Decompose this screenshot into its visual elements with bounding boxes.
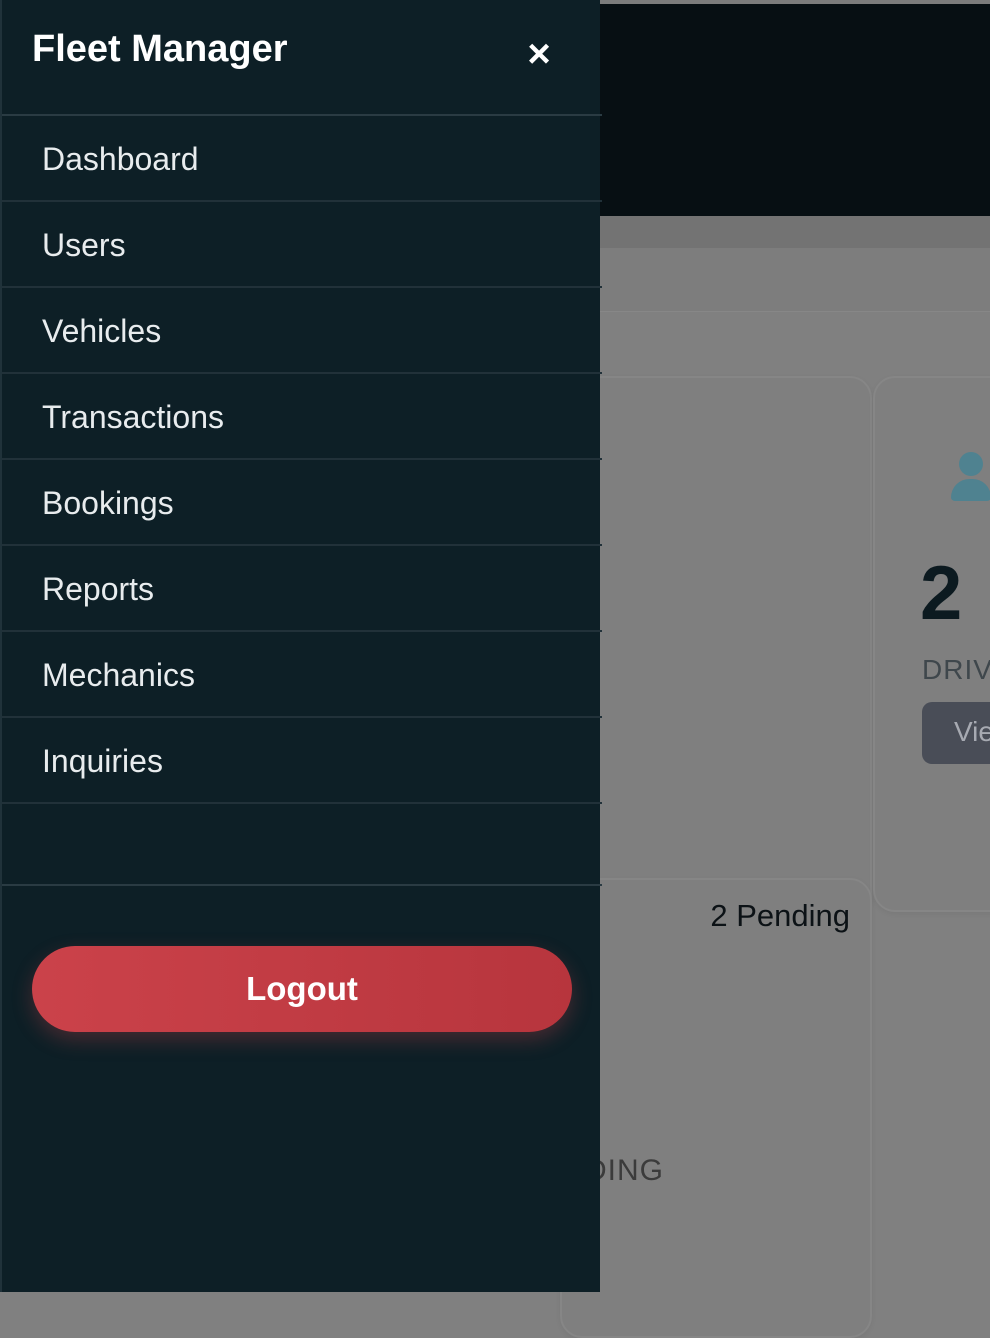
user-icon-head xyxy=(959,452,983,476)
nav-item-vehicles[interactable]: Vehicles xyxy=(2,288,602,374)
nav-item-users[interactable]: Users xyxy=(2,202,602,288)
nav-item-label: Vehicles xyxy=(42,313,162,349)
logout-button[interactable]: Logout xyxy=(32,946,572,1032)
drawer-nav: Dashboard Users Vehicles Transactions Bo… xyxy=(2,116,602,804)
drivers-label: DRIV xyxy=(922,654,990,685)
nav-item-mechanics[interactable]: Mechanics xyxy=(2,632,602,718)
nav-item-label: Transactions xyxy=(42,399,224,435)
nav-item-label: Mechanics xyxy=(42,657,195,693)
pending-status: 2 Pending xyxy=(710,898,850,933)
nav-item-label: Reports xyxy=(42,571,155,607)
pending-card xyxy=(560,878,872,1338)
view-drivers-button[interactable]: Vie xyxy=(922,702,990,764)
nav-item-transactions[interactable]: Transactions xyxy=(2,374,602,460)
app-title: Fleet Manager xyxy=(32,28,288,70)
nav-item-bookings[interactable]: Bookings xyxy=(2,460,602,546)
drawer-header: Fleet Manager × xyxy=(2,0,602,116)
close-icon[interactable]: × xyxy=(518,34,560,76)
nav-item-label: Dashboard xyxy=(42,141,199,177)
nav-item-dashboard[interactable]: Dashboard xyxy=(2,116,602,202)
nav-item-label: Bookings xyxy=(42,485,174,521)
section-band xyxy=(600,248,990,312)
user-icon xyxy=(950,452,990,502)
side-drawer: Fleet Manager × Dashboard Users Vehicles… xyxy=(0,0,602,1292)
drawer-divider xyxy=(2,884,602,886)
header-subbar xyxy=(600,216,990,248)
user-icon-body xyxy=(951,479,990,501)
nav-item-label: Users xyxy=(42,227,126,263)
drivers-count: 2 xyxy=(920,551,963,636)
nav-item-inquiries[interactable]: Inquiries xyxy=(2,718,602,804)
stat-card-left xyxy=(560,376,872,916)
nav-item-label: Inquiries xyxy=(42,743,163,779)
nav-item-reports[interactable]: Reports xyxy=(2,546,602,632)
